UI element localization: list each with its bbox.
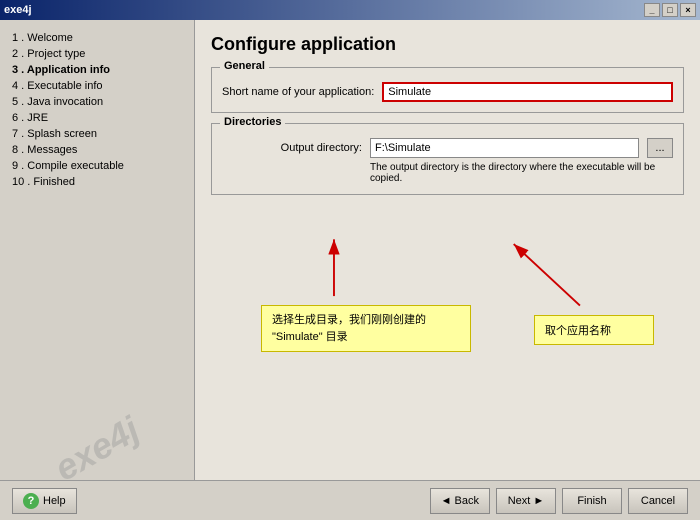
output-dir-input[interactable] (370, 138, 639, 158)
sidebar-item-splash-screen[interactable]: 7 . Splash screen (8, 126, 186, 142)
maximize-button[interactable]: □ (662, 3, 678, 17)
cancel-button[interactable]: Cancel (628, 488, 688, 514)
output-dir-row: Output directory: ... (222, 138, 673, 158)
sidebar-item-finished[interactable]: 10 . Finished (8, 174, 186, 190)
sidebar-item-welcome[interactable]: 1 . Welcome (8, 30, 186, 46)
directories-group-label: Directories (220, 116, 285, 128)
titlebar: exe4j _ □ × (0, 0, 700, 20)
sidebar-item-application-info[interactable]: 3 . Application info (8, 62, 186, 78)
output-dir-hint: The output directory is the directory wh… (370, 162, 673, 184)
finish-button[interactable]: Finish (562, 488, 622, 514)
main-container: 1 . Welcome 2 . Project type 3 . Applica… (0, 20, 700, 480)
help-icon: ? (23, 493, 39, 509)
bottom-bar: ? Help ◄ Back Next ► Finish Cancel (0, 480, 700, 520)
sidebar: 1 . Welcome 2 . Project type 3 . Applica… (0, 20, 195, 480)
short-name-row: Short name of your application: (222, 82, 673, 102)
next-button[interactable]: Next ► (496, 488, 556, 514)
sidebar-item-project-type[interactable]: 2 . Project type (8, 46, 186, 62)
right-callout-text: 取个应用名称 (545, 325, 611, 337)
right-callout: 取个应用名称 (534, 315, 654, 345)
help-button[interactable]: ? Help (12, 488, 77, 514)
directories-group: Directories Output directory: ... The ou… (211, 123, 684, 195)
output-dir-label: Output directory: (222, 142, 362, 154)
minimize-button[interactable]: _ (644, 3, 660, 17)
bottom-right: ◄ Back Next ► Finish Cancel (430, 488, 688, 514)
left-callout-text: 选择生成目录，我们刚刚创建的"Simulate" 目录 (272, 314, 426, 343)
back-button[interactable]: ◄ Back (430, 488, 490, 514)
sidebar-item-messages[interactable]: 8 . Messages (8, 142, 186, 158)
titlebar-buttons[interactable]: _ □ × (644, 3, 696, 17)
bottom-left: ? Help (12, 488, 77, 514)
content-area: Configure application General Short name… (195, 20, 700, 480)
short-name-input[interactable] (382, 82, 673, 102)
next-label: Next ► (508, 495, 545, 507)
sidebar-item-java-invocation[interactable]: 5 . Java invocation (8, 94, 186, 110)
sidebar-item-executable-info[interactable]: 4 . Executable info (8, 78, 186, 94)
close-button[interactable]: × (680, 3, 696, 17)
browse-button[interactable]: ... (647, 138, 673, 158)
help-label: Help (43, 495, 66, 507)
general-group: General Short name of your application: (211, 67, 684, 113)
back-label: ◄ Back (441, 495, 479, 507)
annotation-area: 选择生成目录，我们刚刚创建的"Simulate" 目录 取个应用名称 (211, 205, 684, 425)
cancel-label: Cancel (641, 495, 675, 507)
finish-label: Finish (577, 495, 606, 507)
sidebar-watermark: exe4j (2, 382, 191, 480)
short-name-label: Short name of your application: (222, 86, 374, 98)
titlebar-title: exe4j (4, 4, 32, 16)
sidebar-item-compile[interactable]: 9 . Compile executable (8, 158, 186, 174)
general-group-label: General (220, 60, 269, 72)
left-callout: 选择生成目录，我们刚刚创建的"Simulate" 目录 (261, 305, 471, 352)
page-title: Configure application (211, 34, 684, 55)
sidebar-item-jre[interactable]: 6 . JRE (8, 110, 186, 126)
